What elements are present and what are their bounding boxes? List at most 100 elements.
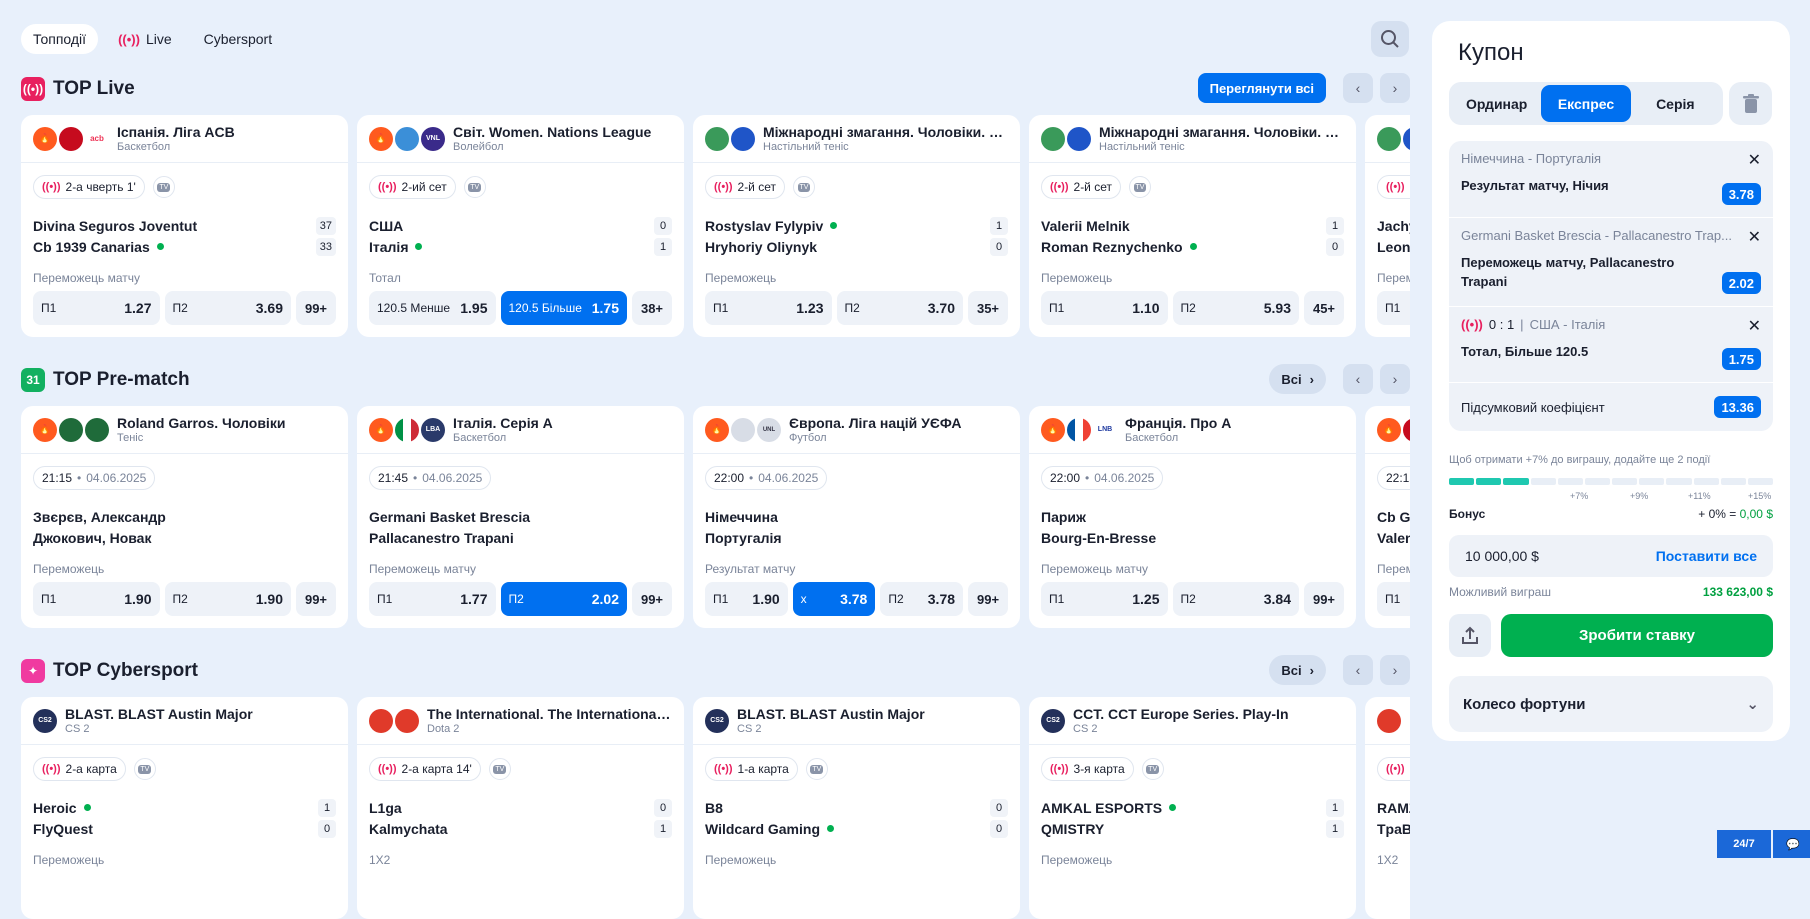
event-card[interactable]: 🔥 22:15 Cb GrValen Перем П1 xyxy=(1365,406,1410,628)
event-card[interactable]: CS2 CCT. CCT Europe Series. Play-In CS 2 … xyxy=(1029,697,1356,919)
place-bet-button[interactable]: Зробити ставку xyxy=(1501,614,1773,657)
odd-button[interactable]: П1 1.90 xyxy=(705,582,788,616)
event-card[interactable]: Міжнародні змагання. Чоловіки. Se... Наст… xyxy=(1029,115,1356,337)
event-card[interactable]: CS2 BLAST. BLAST Austin Major CS 2 ((•)) 2… xyxy=(21,697,348,919)
odd-button[interactable]: П2 1.90 xyxy=(164,582,291,616)
tv-icon[interactable]: TV xyxy=(805,758,828,780)
event-card[interactable]: 🔥 LBA Італія. Серія А Баскетбол 21:45 • 04.0… xyxy=(357,406,684,628)
all-button[interactable]: Всі › xyxy=(1269,655,1326,685)
prev-arrow-icon[interactable]: ‹ xyxy=(1343,655,1373,685)
odd-button[interactable]: П1 1.10 xyxy=(1041,291,1168,325)
more-markets-button[interactable]: 99+ xyxy=(968,582,1009,616)
section-top-live: ((•)) TOP Live Переглянути всі ‹ › 🔥 acb … xyxy=(21,73,1410,337)
next-arrow-icon[interactable]: › xyxy=(1380,73,1410,103)
more-markets-button[interactable]: 45+ xyxy=(1304,291,1344,325)
more-markets-button[interactable]: 38+ xyxy=(632,291,672,325)
odd-button[interactable]: П1 1.27 xyxy=(33,291,160,325)
chat-icon[interactable]: 💬 xyxy=(1773,830,1810,858)
event-card[interactable]: 🔥 VNL Світ. Women. Nations League Волейбол… xyxy=(357,115,684,337)
odd-button[interactable]: П2 3.69 xyxy=(164,291,291,325)
odd-button[interactable]: П1 1.77 xyxy=(369,582,496,616)
tv-icon[interactable]: TV xyxy=(133,758,156,780)
odd-button[interactable]: П2 3.78 xyxy=(880,582,964,616)
status-badge: ((•)) 2-й сет xyxy=(705,175,785,199)
globe-icon xyxy=(705,126,729,151)
tv-icon[interactable]: TV xyxy=(1129,176,1151,198)
more-markets-button[interactable]: 99+ xyxy=(1304,582,1344,616)
odd-button[interactable]: П1 1.90 xyxy=(33,582,160,616)
bonus-progress-bar xyxy=(1449,478,1774,485)
tab-top-events[interactable]: Топподії xyxy=(21,24,99,54)
event-card[interactable]: 🔥 Roland Garros. Чоловіки Теніс 21:15 • 04.… xyxy=(21,406,348,628)
event-card[interactable]: 🔥 UNL Європа. Ліга націй УЄФА Футбол 22:00… xyxy=(693,406,1020,628)
status-badge: ((•)) 2-й сет xyxy=(1041,175,1121,199)
bet-item: Germani Basket Brescia - Pallacanestro T… xyxy=(1449,218,1773,307)
more-markets-button[interactable]: 99+ xyxy=(632,582,672,616)
next-arrow-icon[interactable]: › xyxy=(1380,655,1410,685)
event-card[interactable]: ((•))3 JachyLeon Перем П1 xyxy=(1365,115,1410,337)
tab-cybersport[interactable]: Cybersport xyxy=(192,24,284,54)
roland-garros-logo-icon xyxy=(85,417,109,442)
support-widget[interactable]: 24/7 💬 xyxy=(1717,830,1810,858)
odd-button[interactable]: П1 xyxy=(1377,582,1410,616)
globe-icon xyxy=(395,126,419,151)
event-card[interactable]: Міжнародні змагання. Чоловіки. Se... Наст… xyxy=(693,115,1020,337)
more-markets-button[interactable]: 35+ xyxy=(968,291,1008,325)
start-time-badge: 22:00 • 04.06.2025 xyxy=(1041,466,1164,490)
odd-button[interactable]: П2 3.70 xyxy=(836,291,963,325)
remove-bet-icon[interactable]: ✕ xyxy=(1748,316,1761,336)
status-badge: ((•)) 2-ий сет xyxy=(369,175,456,199)
prev-arrow-icon[interactable]: ‹ xyxy=(1343,73,1373,103)
start-time-badge: 21:45 • 04.06.2025 xyxy=(369,466,492,490)
event-card[interactable]: 🔥 acb Іспанія. Ліга ACB Баскетбол ((•)) 2-а… xyxy=(21,115,348,337)
tab-express[interactable]: Експрес xyxy=(1541,85,1631,122)
more-markets-button[interactable]: 99+ xyxy=(296,582,336,616)
fire-icon: 🔥 xyxy=(33,417,57,442)
clear-slip-button[interactable] xyxy=(1729,82,1772,125)
bet-list: Німеччина - Португалія Результат матчу, … xyxy=(1449,141,1773,431)
odd-button[interactable]: П2 3.84 xyxy=(1172,582,1299,616)
bet-slip-title: Купон xyxy=(1458,39,1524,66)
event-card[interactable]: CS2 BLAST. BLAST Austin Major CS 2 ((•)) 1… xyxy=(693,697,1020,919)
remove-bet-icon[interactable]: ✕ xyxy=(1748,150,1761,170)
odd-button[interactable]: П1 1.25 xyxy=(1041,582,1168,616)
tv-icon[interactable]: TV xyxy=(463,176,486,198)
more-markets-button[interactable]: 99+ xyxy=(296,291,336,325)
event-card[interactable]: ((•))2 RAMZTpaBo 1X2 xyxy=(1365,697,1410,919)
tab-live[interactable]: ((•)) Live xyxy=(106,24,184,54)
odd-button[interactable]: 120.5 Менше 1.95 xyxy=(369,291,496,325)
remove-bet-icon[interactable]: ✕ xyxy=(1748,227,1761,247)
bet-coefficient: 1.75 xyxy=(1721,348,1761,370)
fortune-wheel-dropdown[interactable]: Колесо фортуни ⌄ xyxy=(1449,676,1773,732)
top-nav: Топподії ((•)) Live Cybersport xyxy=(21,24,284,54)
tv-icon[interactable]: TV xyxy=(1141,758,1164,780)
odd-button[interactable]: П2 5.93 xyxy=(1172,291,1299,325)
section-title: TOP Live xyxy=(53,78,135,99)
view-all-button[interactable]: Переглянути всі xyxy=(1197,73,1326,103)
search-button[interactable] xyxy=(1371,21,1409,57)
share-button[interactable] xyxy=(1449,614,1491,657)
odd-button-selected[interactable]: 120.5 Більше 1.75 xyxy=(500,291,627,325)
odd-button-selected[interactable]: П2 2.02 xyxy=(500,582,627,616)
odd-button-selected[interactable]: x 3.78 xyxy=(792,582,876,616)
serve-indicator-icon xyxy=(415,243,423,250)
flag-spain-icon xyxy=(1403,417,1410,442)
stake-input[interactable]: 10 000,00 $ Поставити все xyxy=(1449,535,1773,577)
odd-button[interactable]: П1 1.23 xyxy=(705,291,832,325)
start-time-badge: 21:15 • 04.06.2025 xyxy=(33,466,156,490)
tv-icon[interactable]: TV xyxy=(488,758,511,780)
tab-single[interactable]: Ординар xyxy=(1452,85,1541,122)
all-button[interactable]: Всі › xyxy=(1269,364,1326,394)
bet-all-button[interactable]: Поставити все xyxy=(1656,548,1757,564)
odd-button[interactable]: П1 xyxy=(1377,291,1410,325)
tab-series[interactable]: Серія xyxy=(1631,85,1720,122)
tv-icon[interactable]: TV xyxy=(793,176,815,198)
prev-arrow-icon[interactable]: ‹ xyxy=(1343,364,1373,394)
tv-icon[interactable]: TV xyxy=(152,176,175,198)
section-top-prematch: 31 TOP Pre-match Всі › ‹ › 🔥 Roland Garro… xyxy=(21,364,1410,628)
acb-logo-icon: acb xyxy=(85,126,109,151)
event-card[interactable]: The International. The International: ..… xyxy=(357,697,684,919)
next-arrow-icon[interactable]: › xyxy=(1380,364,1410,394)
roland-garros-logo-icon xyxy=(59,417,83,442)
event-card[interactable]: 🔥 LNB Франція. Про А Баскетбол 22:00 • 04.06… xyxy=(1029,406,1356,628)
